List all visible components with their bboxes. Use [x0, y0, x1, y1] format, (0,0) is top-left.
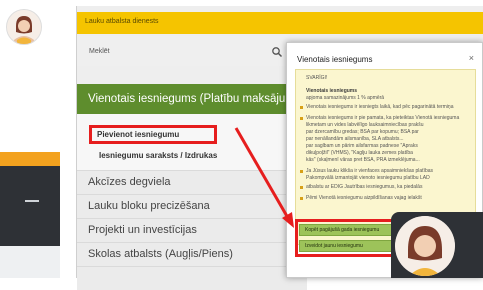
user-avatar-top[interactable]: [6, 9, 42, 45]
notice-line: dikuļpoļžil" (VHMS), "Kaglju lauka zemes…: [306, 150, 413, 156]
site-title: Lauku atbalsta dienests: [85, 18, 159, 25]
menu-item-label: Projekti un investīcijas: [88, 224, 197, 236]
submenu-application-list[interactable]: Iesniegumu saraksts / Izdrukas: [99, 151, 217, 160]
notice-line: Pēmi Vienotā iesniegumu aizpildīšanas va…: [306, 195, 422, 201]
notice-heading: Vienotais iesniegums: [306, 88, 358, 94]
notice-line: atbalstu ar EDIG Jautrības iesniegumus, …: [306, 184, 423, 190]
bullet-icon: [300, 170, 303, 173]
menu-item-excise-fuel[interactable]: Akcīzes degviela: [77, 170, 307, 194]
notice-line: par nenāllandām ailsmanība, SLA atbalsts…: [306, 136, 404, 142]
avatar-icon: [7, 10, 41, 44]
bullet-icon: [300, 117, 303, 120]
menu-item-label: Akcīzes degviela: [88, 176, 171, 188]
notice-line: par dzercamību gredas; BSA par kopumu; B…: [306, 129, 419, 135]
menu-item-field-blocks[interactable]: Lauku bloku precizēšana: [77, 194, 307, 218]
presenter-avatar-circle: [395, 216, 455, 276]
left-accent-bar: [0, 152, 60, 166]
notice-line: Ja Jūsus lauku klikša ir vienfaces apsai…: [306, 168, 434, 174]
close-icon[interactable]: ×: [469, 53, 474, 63]
menu-item-label: Skolas atbalsts (Augļis/Piens): [88, 248, 233, 260]
search-label: Meklēt: [89, 48, 110, 55]
bullet-icon: [300, 186, 303, 189]
notice-line: likmetam un vides labvēlīgo lauksaimniec…: [306, 122, 424, 128]
left-dark-panel: [0, 166, 60, 246]
modal-title: Vienotais iesniegums: [297, 55, 373, 64]
notice-intro: SVARĪGI!: [306, 75, 328, 81]
bullet-icon: [300, 197, 303, 200]
notice-line: par saglbam un pārim ailsfarmas padnese …: [306, 143, 418, 149]
notice-line: kās" (skaļmenī vāras pret BSA, PRA izmek…: [306, 157, 420, 163]
notice-line: Pakompvālā izmantojāt vienoto iesniegumu…: [306, 175, 430, 181]
left-light-panel: [0, 246, 60, 278]
menu-item-school-support[interactable]: Skolas atbalsts (Augļis/Piens): [77, 242, 307, 266]
notice-line: Vienotais iesniegums ir pie pamata, ka p…: [306, 115, 460, 121]
menu-item-active[interactable]: Vienotais iesniegums (Platību maksājumi): [77, 84, 307, 114]
minus-icon[interactable]: [25, 200, 39, 202]
bullet-icon: [300, 106, 303, 109]
menu-item-projects[interactable]: Projekti un investīcijas: [77, 218, 307, 242]
presenter-avatar: [391, 212, 483, 278]
notice-subheading: apjoma samazinājums 1 % apmērā: [306, 95, 385, 101]
submenu-add-application[interactable]: Pievienot iesniegumu: [97, 130, 179, 139]
avatar-icon: [395, 216, 455, 276]
menu-item-label: Lauku bloku precizēšana: [88, 200, 210, 212]
site-header: Lauku atbalsta dienests: [77, 12, 483, 34]
menu-active-label: Vienotais iesniegums (Platību maksājumi): [88, 93, 302, 105]
menu-item-partial[interactable]: [77, 266, 307, 290]
submenu: Pievienot iesniegumu Iesniegumu saraksts…: [77, 114, 307, 170]
notice-line: Vienotais iesniegums ir iesniegts laikā,…: [306, 104, 454, 110]
search-icon[interactable]: [271, 46, 283, 58]
